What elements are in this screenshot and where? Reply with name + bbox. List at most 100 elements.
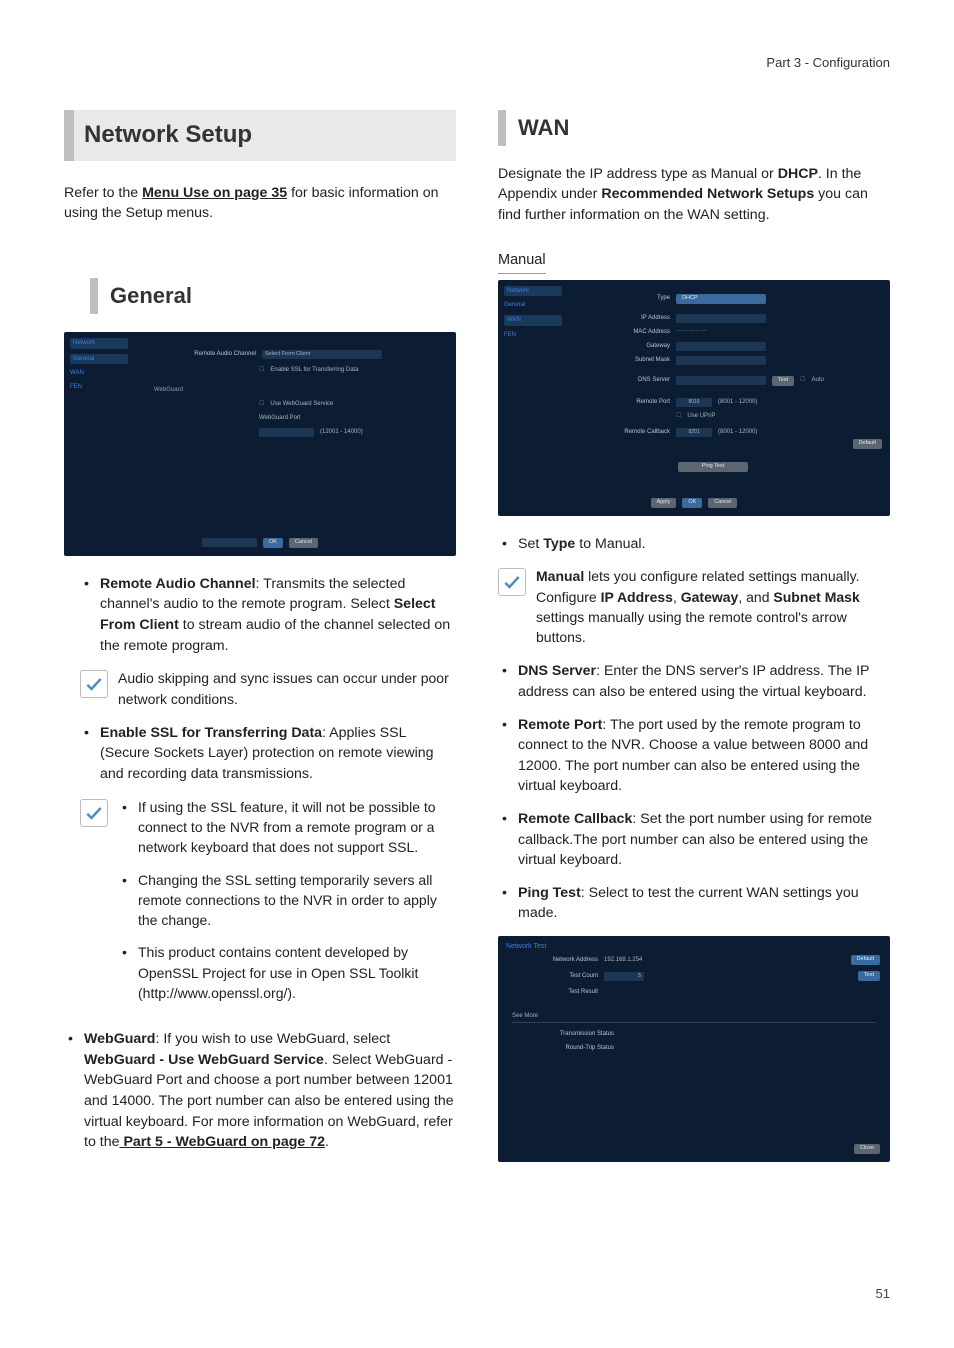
shot-nav: WAN xyxy=(70,369,128,378)
subheading-manual: Manual xyxy=(498,250,546,274)
wan-intro: Designate the IP address type as Manual … xyxy=(498,164,890,226)
shot-checkbox: Use WebGuard Service xyxy=(270,400,333,409)
right-column: WAN Designate the IP address type as Man… xyxy=(498,110,890,1180)
callout-manual-note: Manual lets you configure related settin… xyxy=(498,566,890,647)
shot-value: 192.168.1.254 xyxy=(604,956,642,965)
list-item: Enable SSL for Transferring Data: Applie… xyxy=(80,723,456,785)
text: Designate the IP address type as Manual … xyxy=(498,166,778,182)
shot-field: DHCP xyxy=(676,294,766,304)
intro-paragraph: Refer to the Menu Use on page 35 for bas… xyxy=(64,183,456,224)
check-icon xyxy=(498,568,526,596)
callout-audio-note: Audio skipping and sync issues can occur… xyxy=(80,668,456,709)
text: to Manual. xyxy=(575,536,645,552)
shot-label: Auto xyxy=(811,376,823,385)
shot-range: (12001 - 14000) xyxy=(320,428,363,437)
shot-label: IP Address xyxy=(598,314,670,323)
text: Set xyxy=(518,536,543,552)
shot-button: OK xyxy=(682,498,702,508)
text: Refer to the xyxy=(64,185,142,201)
shot-button: Test xyxy=(858,971,880,981)
shot-button: Test xyxy=(772,376,794,386)
heading-network-setup: Network Setup xyxy=(64,110,456,161)
text: settings manually using the remote contr… xyxy=(536,609,847,645)
shot-label: Gateway xyxy=(598,342,670,351)
list-item: Remote Callback: Set the port number usi… xyxy=(498,809,890,871)
item-title: Remote Audio Channel xyxy=(100,576,256,592)
shot-label: WebGuard Port xyxy=(259,414,309,423)
shot-label: Remote Audio Channel xyxy=(184,350,256,359)
shot-nav: General xyxy=(504,301,562,310)
shot-field: 5 xyxy=(604,972,644,981)
shot-nav: General xyxy=(70,354,128,365)
shot-label: Transmission Status xyxy=(528,1030,614,1039)
shot-label: Type xyxy=(598,294,670,303)
list-item: DNS Server: Enter the DNS server's IP ad… xyxy=(498,661,890,702)
shot-button: OK xyxy=(263,538,283,548)
heading-wan: WAN xyxy=(498,110,890,146)
shot-button: Cancel xyxy=(708,498,737,508)
shot-button: Default xyxy=(851,955,880,965)
link-part5-webguard[interactable]: Part 5 - WebGuard on page 72 xyxy=(120,1134,326,1150)
left-column: Network Setup Refer to the Menu Use on p… xyxy=(64,110,456,1180)
item-title: DNS Server xyxy=(518,663,596,679)
heading-general: General xyxy=(90,278,456,314)
callout-ssl-notes: If using the SSL feature, it will not be… xyxy=(80,797,456,1016)
shot-range: (8001 - 12000) xyxy=(718,398,757,407)
item-title: Ping Test xyxy=(518,885,581,901)
check-icon xyxy=(80,670,108,698)
shot-label: Test Result xyxy=(528,988,598,997)
shot-button: Cancel xyxy=(289,538,318,548)
shot-nav: Network xyxy=(70,338,128,349)
list-item: Set Type to Manual. xyxy=(498,534,890,555)
screenshot-network-test: Network Test Network Address 192.168.1.2… xyxy=(498,936,890,1162)
page-number: 51 xyxy=(876,1285,890,1304)
text: Type xyxy=(543,536,575,552)
note-item: If using the SSL feature, it will not be… xyxy=(118,797,456,858)
link-menu-use[interactable]: Menu Use on page 35 xyxy=(142,185,287,201)
shot-checkbox: Use UPnP xyxy=(687,412,715,421)
shot-nav: WAN xyxy=(504,315,562,326)
shot-field: 8016 xyxy=(676,398,712,407)
note-item: Changing the SSL setting temporarily sev… xyxy=(118,870,456,931)
shot-label: MAC Address xyxy=(598,328,670,337)
callout-text: Audio skipping and sync issues can occur… xyxy=(118,668,456,709)
list-item: Remote Audio Channel: Transmits the sele… xyxy=(80,574,456,656)
header-part-label: Part 3 - Configuration xyxy=(766,54,890,73)
shot-button: Default xyxy=(853,439,882,449)
shot-nav: FEN xyxy=(504,331,562,340)
shot-group: WebGuard xyxy=(154,386,183,395)
shot-label: See More xyxy=(512,1012,538,1021)
shot-button: Apply xyxy=(651,498,677,508)
shot-nav: Network xyxy=(504,286,562,297)
shot-label: Network Address xyxy=(528,956,598,965)
list-item: Remote Port: The port used by the remote… xyxy=(498,715,890,797)
shot-title: Network Test xyxy=(506,942,546,952)
screenshot-network-wan: Network General WAN FEN Type DHCP IP Addr… xyxy=(498,280,890,516)
check-icon xyxy=(80,799,108,827)
text: WebGuard - Use WebGuard Service xyxy=(84,1052,324,1068)
shot-button: Ping Test xyxy=(678,462,748,472)
shot-label: Test Count xyxy=(528,972,598,981)
screenshot-network-general: Network General WAN FEN Remote Audio Cha… xyxy=(64,332,456,556)
shot-button: Close xyxy=(854,1144,880,1154)
shot-label: DNS Server xyxy=(598,376,670,385)
text: : If you wish to use WebGuard, select xyxy=(155,1031,390,1047)
text: DHCP xyxy=(778,166,818,182)
text: , xyxy=(673,589,681,605)
shot-label: Round-Trip Status xyxy=(528,1044,614,1053)
text: Recommended Network Setups xyxy=(601,186,814,202)
item-title: Remote Callback xyxy=(518,811,632,827)
item-title: Enable SSL for Transferring Data xyxy=(100,725,322,741)
shot-field: 8201 xyxy=(676,428,712,437)
text: Manual xyxy=(536,568,584,584)
list-item-webguard: WebGuard: If you wish to use WebGuard, s… xyxy=(64,1029,456,1153)
shot-label: Subnet Mask xyxy=(598,356,670,365)
shot-label: Remote Port xyxy=(598,398,670,407)
note-item: This product contains content developed … xyxy=(118,942,456,1003)
text: , and xyxy=(738,589,773,605)
shot-checkbox: Enable SSL for Transferring Data xyxy=(270,366,358,375)
text: Gateway xyxy=(681,589,739,605)
item-title: Remote Port xyxy=(518,717,602,733)
shot-nav: FEN xyxy=(70,383,128,392)
shot-range: (8001 - 12000) xyxy=(718,428,757,437)
